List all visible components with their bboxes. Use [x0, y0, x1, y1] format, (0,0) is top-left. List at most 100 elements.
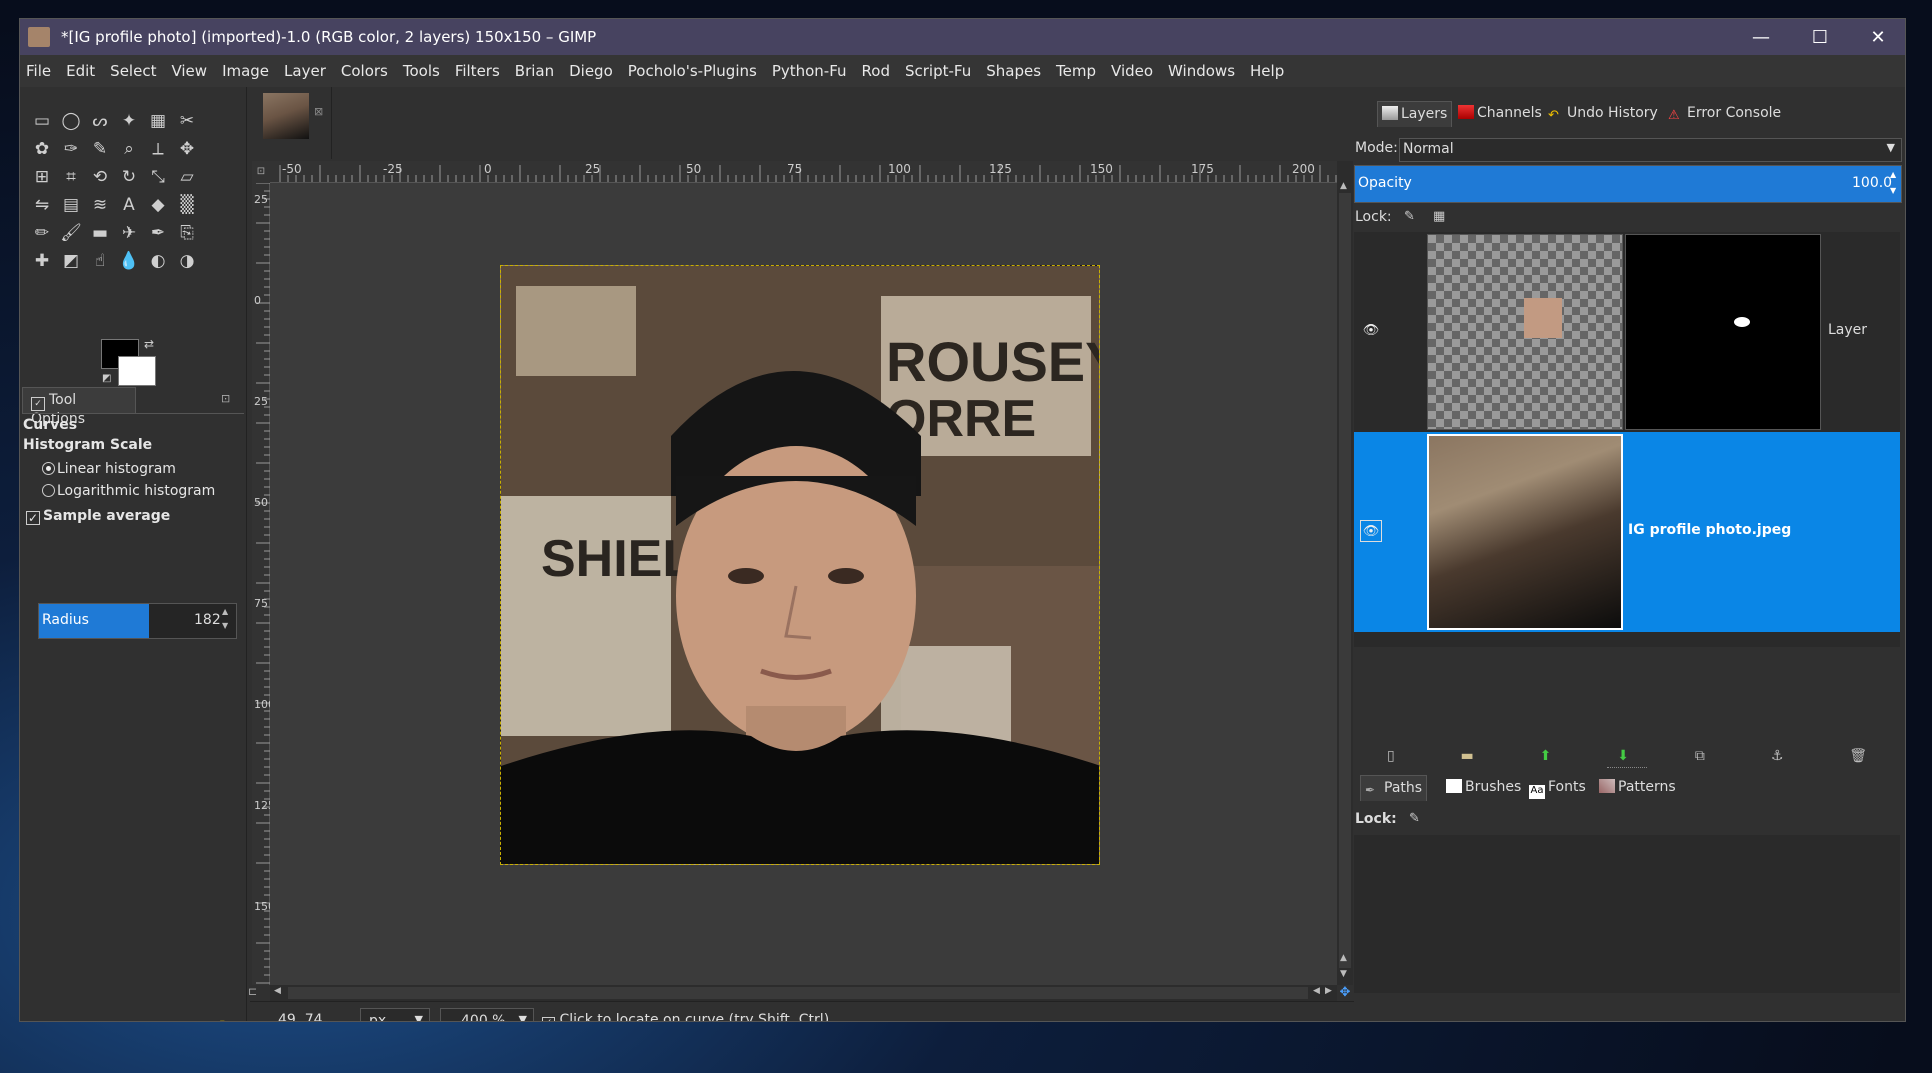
scroll-left-icon[interactable]: ◀ [274, 986, 281, 996]
zoom-to-fit-icon[interactable]: ⊏ [248, 985, 257, 998]
layer-thumbnail[interactable] [1427, 234, 1623, 430]
layer-mask-thumbnail[interactable] [1625, 234, 1821, 430]
visibility-eye-icon[interactable]: 👁 [1360, 320, 1382, 342]
by-color-select-icon[interactable]: ▦ [146, 109, 170, 133]
measure-icon[interactable]: ⟂ [146, 137, 170, 161]
close-image-icon[interactable]: ⊠ [314, 105, 323, 118]
swap-colors-icon[interactable]: ⇄ [144, 337, 154, 351]
menu-video[interactable]: Video [1111, 62, 1153, 80]
bucket-fill-icon[interactable]: ◆ [146, 193, 170, 217]
tab-paths[interactable]: ✒ Paths [1360, 775, 1428, 801]
ellipse-select-icon[interactable]: ◯ [59, 109, 83, 133]
lock-pixels-icon[interactable]: ✎ [1404, 209, 1415, 224]
menu-pocholos-plugins[interactable]: Pocholo's-Plugins [628, 62, 757, 80]
tab-channels[interactable]: Channels [1454, 101, 1546, 127]
paths-list[interactable] [1354, 835, 1900, 993]
clone-icon[interactable]: ⎘ [175, 221, 199, 245]
ink-icon[interactable]: ✒ [146, 221, 170, 245]
smudge-icon[interactable]: ☝ [88, 249, 112, 273]
text-icon[interactable]: A [117, 193, 141, 217]
radius-spin-arrows[interactable]: ▲ ▼ [222, 605, 228, 633]
cage-icon[interactable]: ▤ [59, 193, 83, 217]
tab-menu-icon[interactable]: ⊡ [221, 392, 230, 405]
minimize-button[interactable]: — [1732, 19, 1790, 55]
quick-mask-corner-icon[interactable]: ⊡ [252, 161, 270, 183]
lock-alpha-icon[interactable]: ▦ [1433, 209, 1445, 224]
menu-image[interactable]: Image [222, 62, 269, 80]
new-layer-group-icon[interactable]: ▬ [1461, 748, 1474, 764]
perspective-clone-icon[interactable]: ◩ [59, 249, 83, 273]
radius-spin-scale[interactable]: Radius 182 ▲ ▼ [38, 603, 237, 639]
menu-edit[interactable]: Edit [66, 62, 95, 80]
free-select-icon[interactable]: ᔕ [88, 109, 112, 133]
lower-layer-icon[interactable]: ⬇ [1617, 748, 1629, 764]
anchor-layer-icon[interactable]: ⚓ [1771, 748, 1784, 764]
airbrush-icon[interactable]: ✈ [117, 221, 141, 245]
dock-resize-handle[interactable] [1607, 767, 1647, 771]
linear-histogram-radio[interactable]: Linear histogram [42, 461, 176, 477]
tab-fonts[interactable]: Aa Fonts [1525, 775, 1590, 801]
menu-python-fu[interactable]: Python-Fu [772, 62, 847, 80]
new-layer-icon[interactable]: ▯ [1387, 748, 1395, 764]
delete-tool-preset-icon[interactable]: ▥ [156, 1017, 170, 1021]
scroll-up-icon[interactable]: ▲ [1340, 953, 1347, 963]
scroll-down-icon[interactable]: ▼ [1340, 969, 1347, 979]
pencil-icon[interactable]: ✏ [30, 221, 54, 245]
eraser-icon[interactable]: ▬ [88, 221, 112, 245]
tab-undo-history[interactable]: ↶ Undo History [1544, 101, 1662, 127]
visibility-eye-icon[interactable]: 👁 [1360, 520, 1382, 542]
opacity-spin-arrows[interactable]: ▲ ▼ [1890, 167, 1896, 199]
rotate-icon[interactable]: ↻ [117, 165, 141, 189]
layer-mode-select[interactable]: Normal ▼ [1399, 138, 1902, 162]
opacity-spin-scale[interactable]: Opacity 100.0 ▲ ▼ [1354, 165, 1902, 203]
background-color-swatch[interactable] [118, 356, 156, 386]
close-button[interactable]: ✕ [1849, 19, 1905, 55]
layer-name[interactable]: IG profile photo.jpeg [1628, 522, 1791, 538]
menu-select[interactable]: Select [110, 62, 156, 80]
scale-icon[interactable]: ⤡ [146, 165, 170, 189]
tab-layers[interactable]: Layers [1377, 101, 1453, 127]
warp-icon[interactable]: ≋ [88, 193, 112, 217]
color-picker-icon[interactable]: ✎ [88, 137, 112, 161]
menu-brian[interactable]: Brian [515, 62, 554, 80]
align-icon[interactable]: ⊞ [30, 165, 54, 189]
foreground-select-icon[interactable]: ✿ [30, 137, 54, 161]
raise-layer-icon[interactable]: ⬆ [1540, 748, 1552, 764]
scroll-right-icon[interactable]: ▶ [1325, 986, 1332, 996]
vertical-scrollbar[interactable]: ▲ ▲ ▼ [1337, 161, 1353, 985]
tab-patterns[interactable]: Patterns [1595, 775, 1680, 801]
scissors-select-icon[interactable]: ✂ [175, 109, 199, 133]
restore-tool-preset-icon[interactable]: ▤ [99, 1017, 113, 1021]
lock-position-icon[interactable]: ✎ [1409, 811, 1420, 826]
zoom-icon[interactable]: ⌕ [117, 137, 141, 161]
menu-help[interactable]: Help [1250, 62, 1284, 80]
menu-windows[interactable]: Windows [1168, 62, 1235, 80]
tool-options-tab[interactable]: ✓ Tool Options [22, 387, 136, 427]
dodge-icon[interactable]: ◐ [146, 249, 170, 273]
tab-brushes[interactable]: Brushes [1442, 775, 1525, 801]
menu-file[interactable]: File [26, 62, 51, 80]
navigate-icon[interactable]: ✥ [1337, 985, 1353, 1001]
duplicate-layer-icon[interactable]: ⧉ [1695, 748, 1705, 764]
sample-average-checkbox[interactable]: ✓ Sample average [26, 508, 170, 525]
layer-name[interactable]: Layer [1828, 322, 1867, 338]
heal-icon[interactable]: ✚ [30, 249, 54, 273]
menu-shapes[interactable]: Shapes [986, 62, 1041, 80]
layer-thumbnail[interactable] [1427, 434, 1623, 630]
burn-icon[interactable]: ◑ [175, 249, 199, 273]
delete-layer-icon[interactable]: 🗑 [1849, 748, 1867, 764]
layer-row[interactable]: 👁 Layer [1354, 232, 1900, 432]
horizontal-scroll-thumb[interactable] [288, 987, 1308, 999]
default-colors-icon[interactable]: ◩ [102, 373, 111, 384]
menu-colors[interactable]: Colors [341, 62, 388, 80]
menu-layer[interactable]: Layer [284, 62, 326, 80]
menu-temp[interactable]: Temp [1056, 62, 1096, 80]
maximize-button[interactable]: ☐ [1791, 19, 1849, 55]
menu-diego[interactable]: Diego [569, 62, 613, 80]
menu-tools[interactable]: Tools [403, 62, 440, 80]
menu-script-fu[interactable]: Script-Fu [905, 62, 971, 80]
scroll-left-icon[interactable]: ◀ [1313, 986, 1320, 996]
paintbrush-icon[interactable]: 🖌 [59, 221, 83, 245]
crop-icon[interactable]: ⌗ [59, 165, 83, 189]
image-content-photo[interactable]: ROUSEY ORRE SHIEL [500, 265, 1100, 865]
